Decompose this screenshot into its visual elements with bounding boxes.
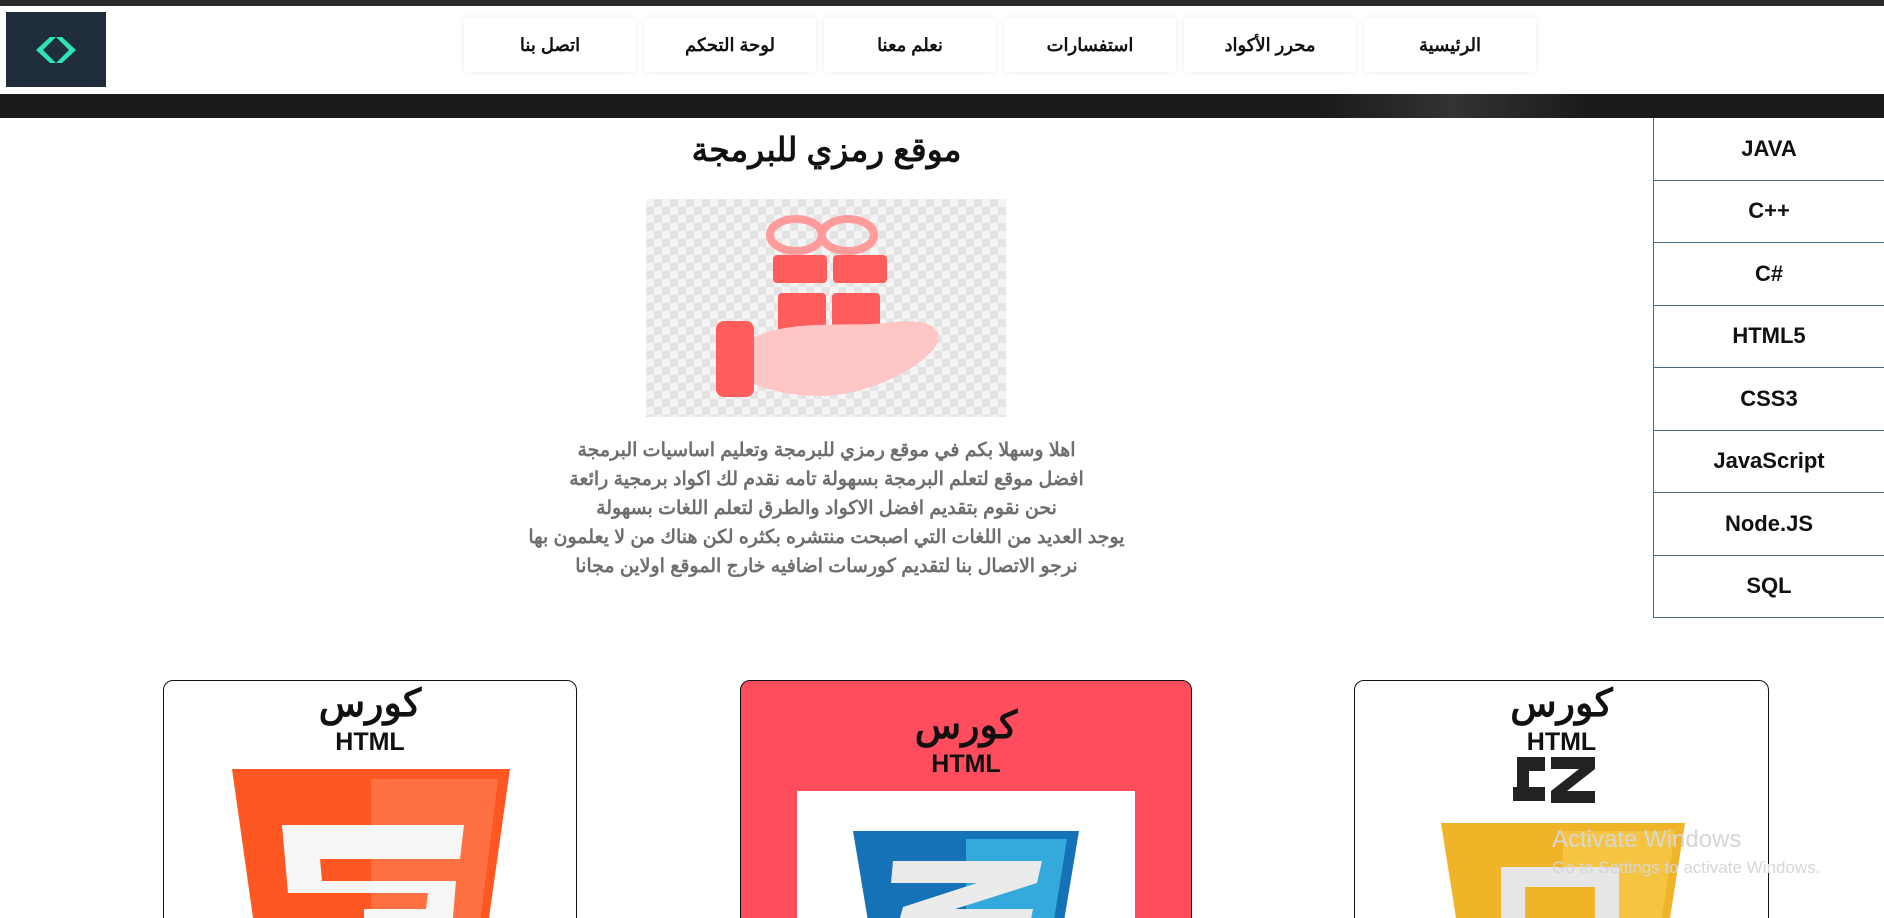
nav-item-home[interactable]: الرئيسية bbox=[1364, 18, 1536, 72]
card-image bbox=[797, 791, 1135, 918]
intro-line: افضل موقع لتعلم البرمجة بسهولة تامه نقدم… bbox=[569, 469, 1084, 490]
course-card-css3[interactable]: كورس HTML bbox=[740, 680, 1192, 918]
code-brackets-icon bbox=[36, 36, 76, 63]
nav-item-code-editor[interactable]: محرر الأكواد bbox=[1184, 18, 1356, 72]
watermark-title: Activate Windows bbox=[1552, 826, 1742, 853]
card-title: كورس bbox=[1510, 683, 1613, 725]
banner-strip bbox=[0, 94, 1884, 118]
intro-text: اهلا وسهلا بكم في موقع رمزي للبرمجة وتعل… bbox=[0, 436, 1653, 581]
sidebar-item-sql[interactable]: SQL bbox=[1654, 556, 1884, 618]
sidebar-item-java[interactable]: JAVA bbox=[1654, 118, 1884, 181]
sidebar-item-nodejs[interactable]: Node.JS bbox=[1654, 493, 1884, 556]
watermark-subtitle: Go to Settings to activate Windows. bbox=[1552, 858, 1821, 877]
card-subtitle: HTML bbox=[1526, 728, 1597, 756]
gift-hand-icon bbox=[716, 215, 939, 397]
windows-activation-watermark: Activate Windows Go to Settings to activ… bbox=[1552, 826, 1820, 878]
card-title: كورس bbox=[914, 705, 1018, 747]
site-logo[interactable] bbox=[6, 12, 106, 87]
nav-item-inquiries[interactable]: استفسارات bbox=[1004, 18, 1176, 72]
page-title: موقع رمزي للبرمجة bbox=[691, 131, 962, 168]
intro-line: اهلا وسهلا بكم في موقع رمزي للبرمجة وتعل… bbox=[577, 440, 1076, 461]
course-card-js[interactable]: كورس HTML bbox=[1354, 680, 1769, 918]
language-sidebar: JAVA C++ C# HTML5 CSS3 JavaScript Node.J… bbox=[1653, 118, 1884, 618]
sidebar-item-csharp[interactable]: C# bbox=[1654, 243, 1884, 306]
intro-line: نرجو الاتصال بنا لتقديم كورسات اضافيه خا… bbox=[575, 556, 1078, 577]
html5-icon bbox=[232, 769, 510, 918]
sidebar-item-html5[interactable]: HTML5 bbox=[1654, 306, 1884, 368]
css3-icon bbox=[853, 831, 1079, 918]
header: الرئيسية محرر الأكواد استفسارات نعلم معن… bbox=[0, 6, 1884, 94]
sidebar-item-cpp[interactable]: C++ bbox=[1654, 181, 1884, 243]
main-nav: الرئيسية محرر الأكواد استفسارات نعلم معن… bbox=[464, 18, 1536, 72]
intro-line: نحن نقوم بتقديم افضل الاكواد والطرق لتعل… bbox=[596, 498, 1057, 519]
nav-item-contact[interactable]: اتصل بنا bbox=[464, 18, 636, 72]
card-subtitle: HTML bbox=[931, 750, 1001, 778]
sidebar-item-javascript[interactable]: JavaScript bbox=[1654, 431, 1884, 493]
nav-item-dashboard[interactable]: لوحة التحكم bbox=[644, 18, 816, 72]
intro-line: يوجد العديد من اللغات التي اصبحت منتشره … bbox=[528, 527, 1125, 548]
card-title: كورس bbox=[318, 683, 422, 725]
sidebar-item-css3[interactable]: CSS3 bbox=[1654, 368, 1884, 431]
course-card-html5[interactable]: كورس HTML bbox=[163, 680, 577, 918]
nav-item-teach-with-us[interactable]: نعلم معنا bbox=[824, 18, 996, 72]
hero-image bbox=[646, 199, 1006, 417]
card-subtitle: HTML bbox=[335, 728, 405, 756]
